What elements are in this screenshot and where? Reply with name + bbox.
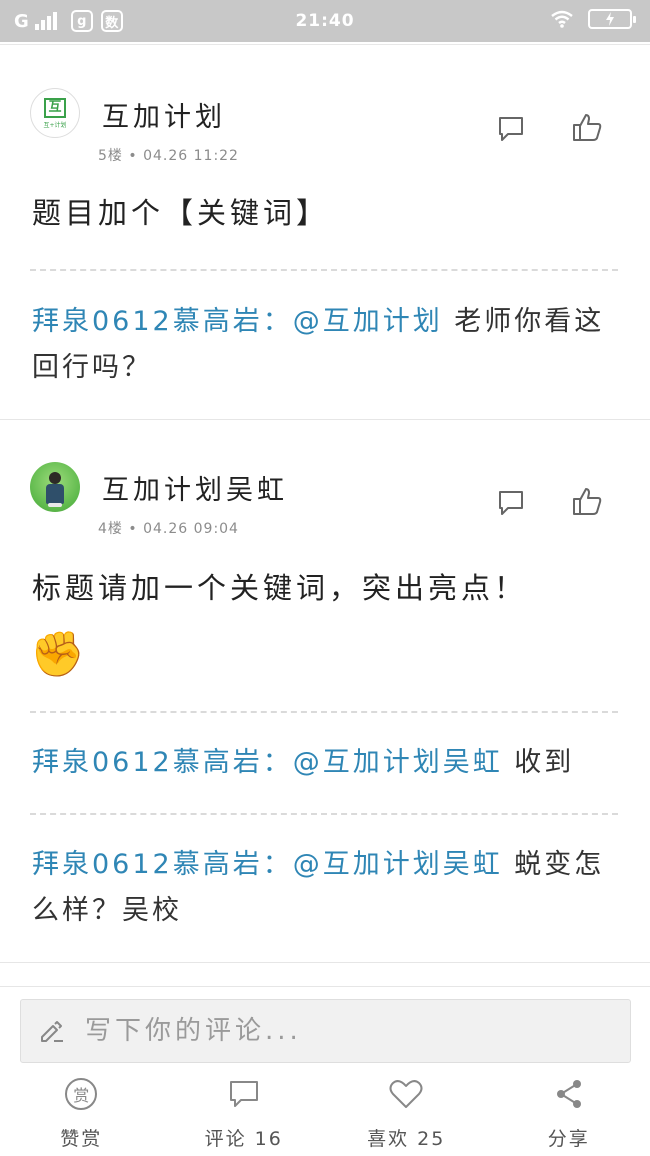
- raised-fist-emoji: ✊: [30, 629, 85, 680]
- compose-top-divider: [0, 986, 650, 987]
- reply-divider: [30, 711, 618, 713]
- thumbs-up-icon[interactable]: [570, 110, 604, 144]
- like-count-label: 喜欢 25: [367, 1128, 446, 1150]
- comment-meta: 4楼 • 04.26 09:04: [98, 518, 239, 538]
- thumbs-up-icon[interactable]: [570, 484, 604, 518]
- reply-text: 收到: [502, 747, 575, 778]
- comment-input[interactable]: [85, 1016, 605, 1046]
- floor-number: 5楼: [98, 148, 123, 164]
- header-divider: [0, 44, 650, 45]
- comment-count-label: 评论 16: [204, 1128, 283, 1150]
- wifi-icon: [551, 10, 573, 28]
- floor-number: 4楼: [98, 521, 123, 537]
- reply-mention[interactable]: @互加计划吴虹: [293, 747, 503, 778]
- share-button[interactable]: 分享: [488, 1070, 650, 1156]
- reply-author[interactable]: 拜泉0612慕高岩：: [32, 747, 293, 778]
- comment-button[interactable]: 评论 16: [163, 1070, 326, 1156]
- comment-body: 题目加个【关键词】: [32, 196, 330, 230]
- reply-item[interactable]: 拜泉0612慕高岩：@互加计划吴虹 蜕变怎么样？吴校: [32, 842, 612, 934]
- comment-meta: 5楼 • 04.26 11:22: [98, 145, 239, 165]
- logo-mark: 互: [44, 97, 66, 118]
- reply-item[interactable]: 拜泉0612慕高岩：@互加计划 老师你看这回行吗？: [32, 299, 612, 391]
- reply-author[interactable]: 拜泉0612慕高岩：: [32, 306, 293, 337]
- reward-icon: 赏: [65, 1078, 98, 1110]
- logo-subtext: 互+计划: [43, 121, 67, 129]
- reply-author[interactable]: 拜泉0612慕高岩：: [32, 849, 293, 880]
- comment-separator: [0, 419, 650, 420]
- comment-timestamp: 04.26 11:22: [143, 148, 239, 164]
- reply-divider: [30, 813, 618, 815]
- reply-mention[interactable]: @互加计划: [293, 306, 443, 337]
- comment-body: 标题请加一个关键词，突出亮点！: [32, 571, 528, 605]
- comment-username[interactable]: 互加计划: [102, 95, 226, 134]
- heart-icon: [389, 1080, 423, 1108]
- status-bar: G g 数 21:40: [0, 0, 650, 42]
- reply-mention[interactable]: @互加计划吴虹: [293, 849, 503, 880]
- comment-timestamp: 04.26 09:04: [143, 521, 239, 537]
- reply-divider: [30, 269, 618, 271]
- like-button[interactable]: 喜欢 25: [325, 1070, 488, 1156]
- reply-item[interactable]: 拜泉0612慕高岩：@互加计划吴虹 收到: [32, 740, 612, 786]
- meta-dot: •: [128, 521, 144, 537]
- comment-icon: [229, 1081, 258, 1107]
- comment-separator: [0, 962, 650, 963]
- battery-icon: [588, 9, 636, 29]
- pencil-icon: [39, 1020, 73, 1042]
- avatar[interactable]: [30, 462, 80, 512]
- reply-icon[interactable]: [494, 112, 528, 146]
- reply-icon[interactable]: [494, 486, 528, 520]
- reward-label: 赞赏: [60, 1128, 103, 1150]
- comment-username[interactable]: 互加计划吴虹: [102, 468, 288, 507]
- reward-button[interactable]: 赏 赞赏: [0, 1070, 163, 1156]
- share-label: 分享: [547, 1128, 590, 1150]
- meta-dot: •: [128, 148, 144, 164]
- avatar[interactable]: 互 互+计划: [30, 88, 80, 138]
- share-icon: [556, 1080, 581, 1108]
- comment-compose-box[interactable]: [20, 999, 631, 1063]
- bottom-toolbar: 赏 赞赏 评论 16 喜欢 25 分享: [0, 1070, 650, 1156]
